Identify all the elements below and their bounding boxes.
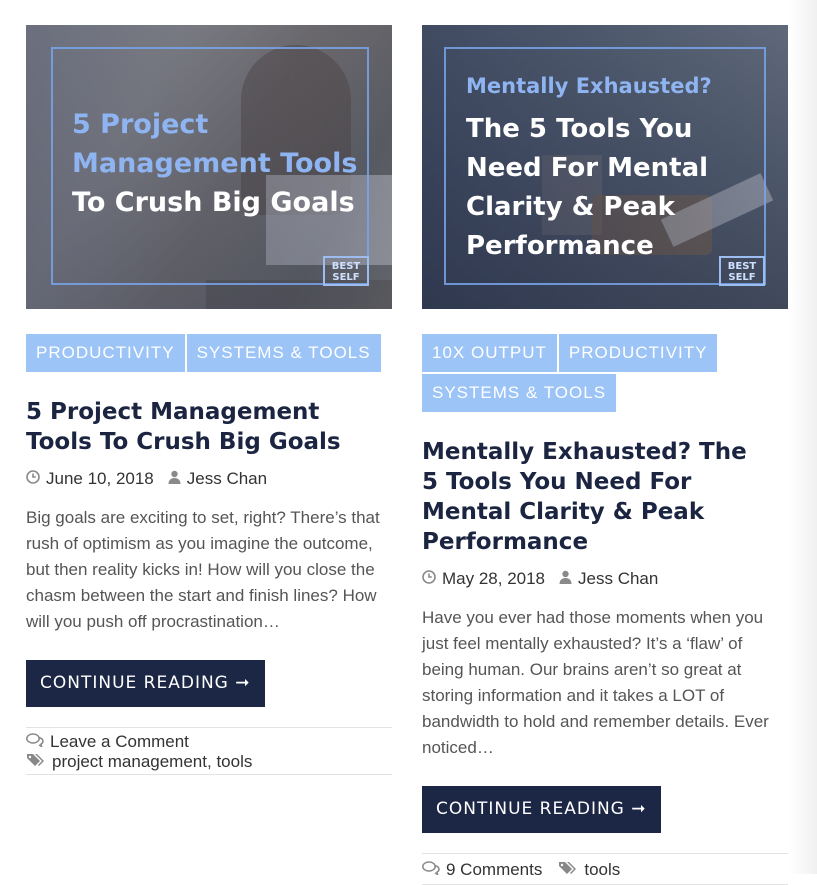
post-excerpt: Big goals are exciting to set, right? Th… [26,508,380,631]
post-title[interactable]: Mentally Exhausted? The 5 Tools You Need… [422,437,767,557]
tags-icon [26,752,46,772]
clock-icon [422,569,436,589]
thumb-line-1: 5 Project [72,109,209,140]
post-author[interactable]: Jess Chan [578,569,658,589]
post-thumbnail[interactable]: Mentally Exhausted? The 5 Tools You Need… [422,25,788,309]
post-meta: May 28, 2018 Jess Chan [422,569,788,589]
thumb-line-3: To Crush Big Goals [72,187,355,218]
post-title[interactable]: 5 Project Management Tools To Crush Big … [26,397,376,457]
thumb-line-5: Performance [466,231,654,261]
tag-systems-tools[interactable]: SYSTEMS & TOOLS [422,374,617,412]
best-self-logo: BEST SELF [719,256,765,286]
user-icon [168,469,181,489]
post-excerpt: Have you ever had those moments when you… [422,608,769,757]
page-edge-shadow [789,0,817,874]
tag-systems-tools[interactable]: SYSTEMS & TOOLS [186,334,381,372]
thumb-line-1: Mentally Exhausted? [466,74,712,98]
category-tags: 10X OUTPUT PRODUCTIVITY SYSTEMS & TOOLS [422,334,788,414]
post-footer: Leave a Comment project management, tool… [26,727,392,775]
clock-icon [26,469,40,489]
comments-link[interactable]: 9 Comments [446,860,542,880]
post-author[interactable]: Jess Chan [187,469,267,489]
post-card-2: Mentally Exhausted? The 5 Tools You Need… [422,25,788,885]
thumb-line-2: The 5 Tools You [466,114,693,144]
comments-link[interactable]: Leave a Comment [50,732,189,752]
best-self-logo: BEST SELF [323,256,369,286]
thumb-line-3: Need For Mental [466,153,709,183]
post-card-1: 5 Project Management Tools To Crush Big … [26,25,392,775]
post-tag-link[interactable]: project management [52,752,207,772]
continue-reading-button[interactable]: CONTINUE READING ➞ [422,786,661,833]
continue-reading-button[interactable]: CONTINUE READING ➞ [26,660,265,707]
comments-icon [26,732,44,752]
tag-productivity[interactable]: PRODUCTIVITY [26,334,185,372]
tag-10x-output[interactable]: 10X OUTPUT [422,334,557,372]
post-meta: June 10, 2018 Jess Chan [26,469,392,489]
tags-icon [558,860,578,880]
thumb-line-2: Management Tools [72,148,358,179]
tag-productivity[interactable]: PRODUCTIVITY [558,334,718,372]
comments-icon [422,860,440,880]
post-thumbnail[interactable]: 5 Project Management Tools To Crush Big … [26,25,392,309]
post-tag-link[interactable]: tools [216,752,252,772]
post-date[interactable]: May 28, 2018 [442,569,545,589]
post-date[interactable]: June 10, 2018 [46,469,154,489]
post-tag-link[interactable]: tools [584,860,620,880]
user-icon [559,569,572,589]
thumb-line-4: Clarity & Peak [466,192,675,222]
post-footer: 9 Comments tools [422,853,788,885]
tag-separator: , [206,752,217,771]
category-tags: PRODUCTIVITY SYSTEMS & TOOLS [26,334,392,374]
